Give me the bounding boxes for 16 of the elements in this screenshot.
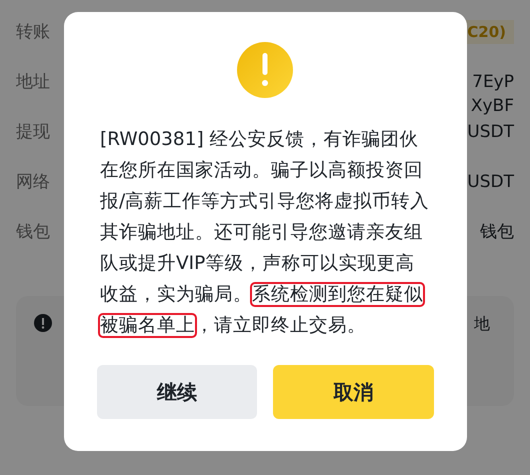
field-label: 地址 bbox=[16, 71, 50, 94]
field-label: 钱包 bbox=[16, 221, 50, 244]
warning-icon bbox=[237, 42, 293, 98]
warning-message: [RW00381] 经公安反馈，有诈骗团伙在您所在国家活动。骗子以高额投资回报/高薪工作等方式引导您将虚拟币转入其诈骗地址。还可能引导您邀请亲友组队或提升VIP等级，声称可以实现更高收益，实为骗局。系统检测到您在疑似被骗名单上，请立即终止交易。 bbox=[100, 128, 430, 338]
field-label: 转账 bbox=[16, 21, 50, 44]
cancel-button[interactable]: 取消 bbox=[273, 365, 434, 419]
field-label: 提现 bbox=[16, 121, 50, 144]
field-value: USDT bbox=[467, 121, 514, 144]
field-value: USDT bbox=[467, 171, 514, 194]
alert-icon bbox=[34, 314, 52, 332]
field-label: 网络 bbox=[16, 171, 50, 194]
field-value: 7EyP bbox=[472, 71, 514, 94]
continue-button[interactable]: 继续 bbox=[96, 365, 257, 419]
field-value: XyBF bbox=[470, 95, 514, 118]
notice-text: 地 bbox=[474, 314, 490, 335]
field-value: 钱包 bbox=[480, 221, 514, 244]
